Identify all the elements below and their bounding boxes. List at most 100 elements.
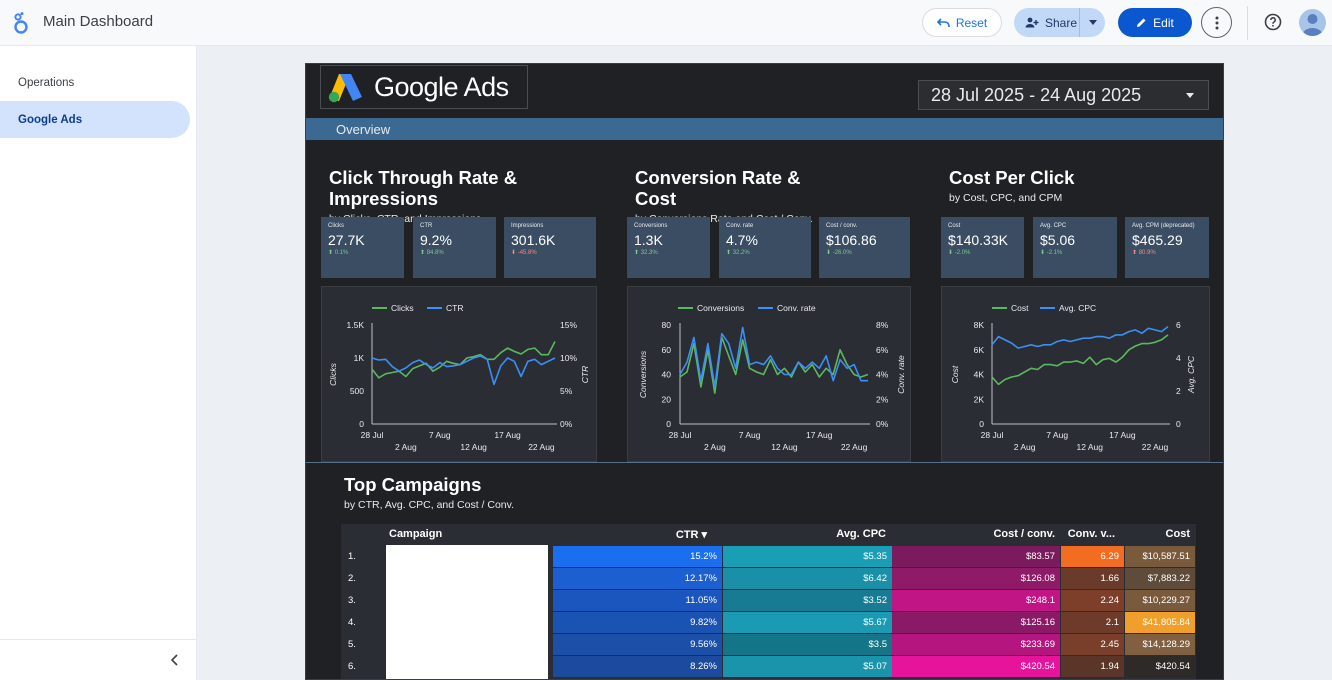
kpi-label: Cost xyxy=(948,223,961,229)
chart-conversions-rate[interactable]: Conversions Conv. rate 0 20 40 60 80 0% 2% 4% 6% 8%… xyxy=(627,286,911,462)
sidebar-footer xyxy=(0,639,196,680)
kpi-change: ⬇ -2.0% xyxy=(948,250,971,256)
y2-tick-label: 6 xyxy=(1176,320,1181,330)
y2-tick-label: 2% xyxy=(876,394,889,404)
kpi-card-cost[interactable]: Cost $140.33K ⬇ -2.0% xyxy=(941,217,1024,278)
more-vert-icon xyxy=(1215,16,1218,29)
kpi-card-clicks[interactable]: Clicks 27.7K ⬆ 0.1% xyxy=(321,217,404,278)
cell-avg-cpc: $3.52 xyxy=(723,590,892,611)
x-tick-label: 22 Aug xyxy=(1142,442,1169,452)
more-options-button[interactable] xyxy=(1201,7,1232,38)
top-campaigns-title: Top Campaigns xyxy=(344,474,482,495)
cell-ctr: 8.26% xyxy=(553,656,722,677)
y2-tick-label: 0% xyxy=(876,419,889,429)
edit-label: Edit xyxy=(1153,15,1174,30)
y-tick-label: 80 xyxy=(662,320,672,330)
kpi-value: $465.29 xyxy=(1132,232,1183,248)
share-dropdown[interactable] xyxy=(1080,8,1105,37)
kpi-change: ⬆ 80.9% xyxy=(1132,250,1156,256)
section-title-line: Conversion Rate & xyxy=(635,167,801,188)
campaign-name-redacted xyxy=(386,545,548,679)
account-avatar[interactable] xyxy=(1299,9,1326,36)
section-title-line: Click Through Rate & xyxy=(329,167,518,188)
cell-ctr: 12.17% xyxy=(553,568,722,589)
pencil-icon xyxy=(1137,18,1146,27)
reset-button[interactable]: Reset xyxy=(922,8,1002,37)
kpi-label: Clicks xyxy=(328,223,344,229)
cell-cost: $10,229.27 xyxy=(1125,590,1195,611)
sidebar-item-google-ads[interactable]: Google Ads xyxy=(0,101,190,138)
chart-clicks-ctr-svg: Clicks CTR 0 500 1K 1.5K 0% 5% 10% 15% Clicks CTR 28… xyxy=(328,303,590,452)
series-line-clicks xyxy=(371,341,556,379)
google-ads-wordmark: Google Ads xyxy=(374,71,509,102)
chart-cost-cpc-svg: Cost Avg. CPC 0 2K 4K 6K 8K 0 2 4 6 Cost Avg. CPC 28 … xyxy=(950,303,1196,452)
cell-cost: $10,587.51 xyxy=(1125,546,1195,567)
x-tick-label: 22 Aug xyxy=(841,442,868,452)
kpi-value: 9.2% xyxy=(420,232,452,248)
collapse-sidebar-icon[interactable] xyxy=(168,653,182,667)
kpi-card-conv-rate[interactable]: Conv. rate 4.7% ⬆ 32.2% xyxy=(719,217,811,278)
report-page: Google Ads 28 Jul 2025 - 24 Aug 2025 Ove… xyxy=(305,63,1224,680)
kpi-label: Impressions xyxy=(511,223,544,229)
section-subtitle-cpc: by Cost, CPC, and CPM xyxy=(949,192,1063,204)
kpi-label: Conv. rate xyxy=(726,223,754,229)
kpi-value: 4.7% xyxy=(726,232,758,248)
x-tick-label: 7 Aug xyxy=(1046,430,1068,440)
help-icon[interactable] xyxy=(1262,11,1284,33)
column-header-campaign[interactable]: Campaign xyxy=(389,524,549,544)
x-tick-label: 28 Jul xyxy=(981,430,1004,440)
x-tick-label: 12 Aug xyxy=(771,442,798,452)
y-tick-label: 0 xyxy=(979,419,984,429)
legend-label: Avg. CPC xyxy=(1059,303,1096,313)
y-axis-title: Clicks xyxy=(328,362,338,385)
cell-ctr: 15.2% xyxy=(553,546,722,567)
kpi-card-avg-cpc[interactable]: Avg. CPC $5.06 ⬇ -2.1% xyxy=(1033,217,1117,278)
x-tick-label: 17 Aug xyxy=(806,430,833,440)
caret-down-icon xyxy=(1088,20,1097,25)
column-header-avg-cpc[interactable]: Avg. CPC xyxy=(723,524,891,544)
y-tick-label: 8K xyxy=(974,320,985,330)
kpi-card-impressions[interactable]: Impressions 301.6K ⬇ -45.8% xyxy=(504,217,596,278)
y2-tick-label: 10% xyxy=(560,353,577,363)
column-header-cost-per-conv[interactable]: Cost / conv. xyxy=(892,524,1060,544)
share-main[interactable]: Share xyxy=(1014,8,1080,37)
row-index: 3. xyxy=(348,594,356,606)
row-index: 1. xyxy=(348,550,356,562)
y-tick-label: 500 xyxy=(350,386,364,396)
kpi-card-conversions[interactable]: Conversions 1.3K ⬆ 32.3% xyxy=(627,217,710,278)
toolbar-divider xyxy=(1247,6,1248,40)
cell-ctr: 11.05% xyxy=(553,590,722,611)
chart-cost-cpc[interactable]: Cost Avg. CPC 0 2K 4K 6K 8K 0 2 4 6 Cost Avg. CPC 28 … xyxy=(941,286,1210,462)
kpi-value: 1.3K xyxy=(634,232,663,248)
section-title-conversion: Conversion Rate & Cost xyxy=(635,167,801,209)
cell-conv-value: 1.94 xyxy=(1061,656,1124,677)
column-header-conv-value[interactable]: Conv. v... xyxy=(1061,524,1124,544)
share-button[interactable]: Share xyxy=(1014,8,1105,37)
reset-label: Reset xyxy=(955,15,988,30)
kpi-card-avg-cpm[interactable]: Avg. CPM (deprecated) $465.29 ⬆ 80.9% xyxy=(1125,217,1209,278)
looker-studio-logo-icon[interactable] xyxy=(10,11,32,35)
cell-avg-cpc: $5.67 xyxy=(723,612,892,633)
cell-cost-per-conv: $248.1 xyxy=(892,590,1060,611)
x-tick-label: 2 Aug xyxy=(704,442,726,452)
date-range-picker[interactable]: 28 Jul 2025 - 24 Aug 2025 xyxy=(918,80,1209,110)
column-header-ctr[interactable]: CTR ▾ xyxy=(553,524,715,544)
kpi-value: $140.33K xyxy=(948,232,1008,248)
x-tick-label: 2 Aug xyxy=(1014,442,1036,452)
edit-button[interactable]: Edit xyxy=(1118,8,1192,37)
sidebar-item-operations[interactable]: Operations xyxy=(0,64,190,101)
cell-avg-cpc: $6.42 xyxy=(723,568,892,589)
add-person-icon xyxy=(1025,17,1039,28)
cell-cost-per-conv: $125.16 xyxy=(892,612,1060,633)
x-tick-label: 12 Aug xyxy=(1077,442,1104,452)
x-tick-label: 2 Aug xyxy=(395,442,417,452)
legend-label: Cost xyxy=(1011,303,1029,313)
chart-clicks-ctr[interactable]: Clicks CTR 0 500 1K 1.5K 0% 5% 10% 15% Clicks CTR 28… xyxy=(321,286,597,462)
x-tick-label: 17 Aug xyxy=(494,430,521,440)
column-header-cost[interactable]: Cost xyxy=(1125,524,1195,544)
row-index: 4. xyxy=(348,616,356,628)
kpi-card-ctr[interactable]: CTR 9.2% ⬆ 84.8% xyxy=(413,217,496,278)
kpi-card-cost-per-conv[interactable]: Cost / conv. $106.86 ⬇ -26.0% xyxy=(819,217,910,278)
kpi-value: 301.6K xyxy=(511,232,556,248)
section-title-ctr: Click Through Rate & Impressions xyxy=(329,167,517,209)
